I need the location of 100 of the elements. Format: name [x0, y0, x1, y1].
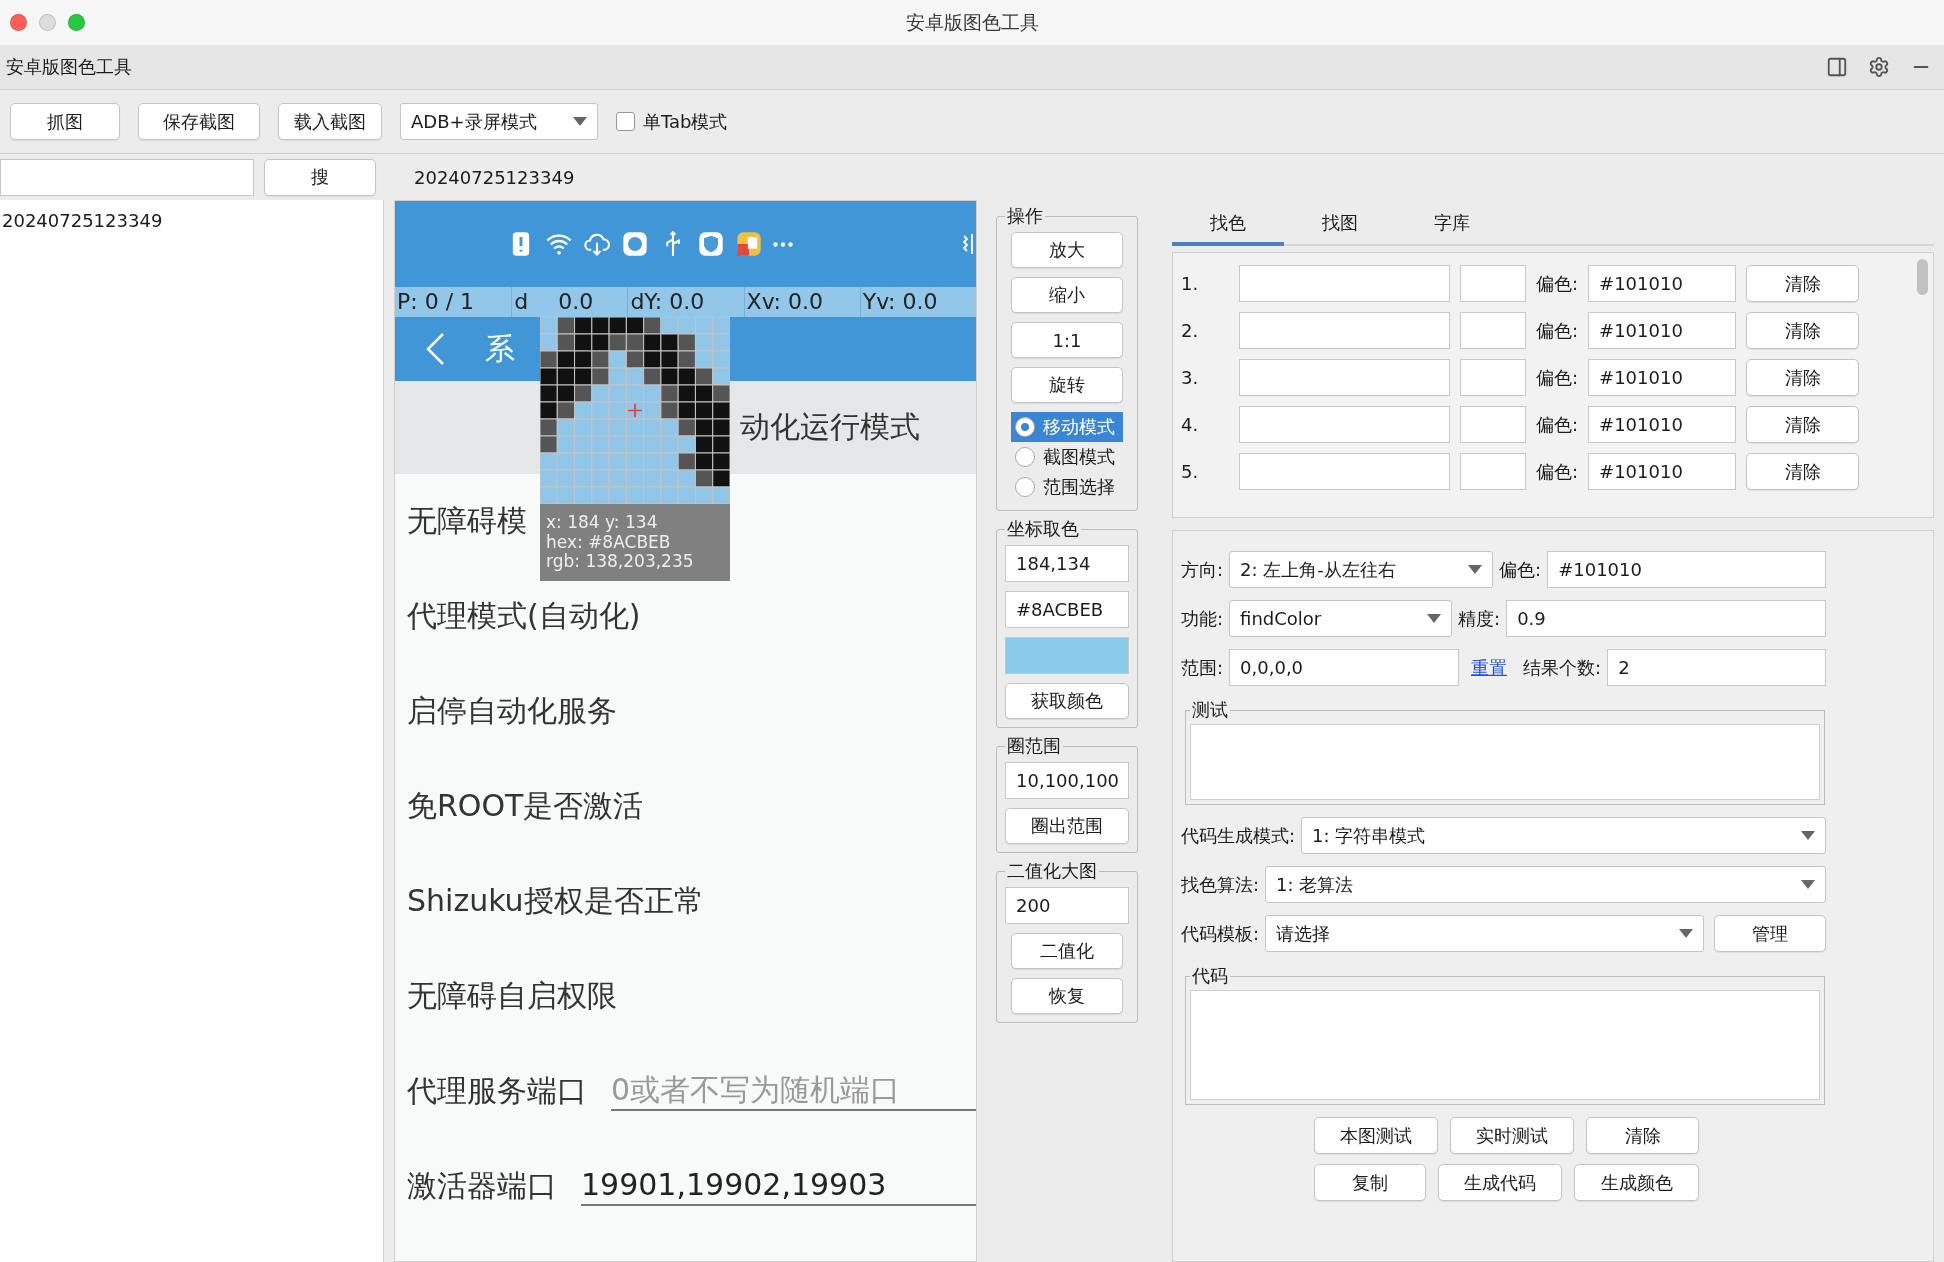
app-icon — [735, 230, 763, 258]
operation-button[interactable]: 旋转 — [1011, 367, 1123, 403]
operation-button[interactable]: 1:1 — [1011, 322, 1123, 358]
direction-dropdown[interactable]: 2: 左上角-从左往右 — [1229, 551, 1494, 588]
point-field[interactable] — [1239, 359, 1450, 396]
port-field[interactable]: 19901,19902,19903 — [581, 1167, 976, 1206]
clear-button[interactable]: 清除 — [1746, 312, 1860, 349]
binarize-button[interactable]: 二值化 — [1011, 933, 1123, 969]
action-button[interactable]: 复制 — [1314, 1164, 1426, 1201]
pixel-info-text: rgb: 138,203,235 — [546, 552, 695, 572]
mode-radio[interactable]: 范围选择 — [1011, 472, 1123, 502]
setting-item[interactable]: 启停自动化服务 — [407, 691, 617, 732]
point-field[interactable] — [1239, 406, 1450, 443]
operation-button[interactable]: 缩小 — [1011, 277, 1123, 313]
caret-icon — [1801, 880, 1815, 889]
offset-field[interactable]: #101010 — [1588, 312, 1737, 349]
range-field[interactable]: 0,0,0,0 — [1229, 649, 1460, 686]
setting-item[interactable]: Shizuku授权是否正常 — [407, 881, 704, 922]
caret-icon — [573, 117, 587, 126]
search-button[interactable]: 搜 — [264, 158, 376, 196]
color-field[interactable] — [1460, 312, 1526, 349]
range-button[interactable]: 圈出范围 — [1005, 808, 1129, 844]
offset-field[interactable]: #101010 — [1588, 406, 1737, 443]
app-bar-title: 系 — [485, 329, 515, 368]
setting-item[interactable]: 无障碍模 — [407, 501, 527, 542]
tab[interactable]: 字库 — [1396, 200, 1508, 246]
range-field[interactable]: 10,100,100 — [1005, 762, 1129, 799]
action-button[interactable]: 生成代码 — [1438, 1164, 1562, 1201]
window-title: 安卓版图色工具 — [905, 9, 1039, 35]
tab[interactable]: 找色 — [1172, 200, 1284, 246]
setting-item[interactable]: 免ROOT是否激活 — [407, 786, 644, 827]
offset-field[interactable]: #101010 — [1588, 265, 1737, 302]
point-field[interactable] — [1239, 453, 1450, 490]
close-button[interactable] — [10, 14, 27, 31]
color-field[interactable] — [1460, 359, 1526, 396]
mode-dropdown[interactable]: ADB+录屏模式 — [400, 103, 598, 140]
field-label: 偏色: — [1499, 557, 1542, 582]
back-icon[interactable] — [425, 332, 445, 366]
template-dropdown[interactable]: 请选择 — [1265, 915, 1704, 952]
file-list-item[interactable]: 20240725123349 — [0, 206, 383, 235]
get-color-button[interactable]: 获取颜色 — [1005, 683, 1129, 719]
code-mode-dropdown[interactable]: 1: 字符串模式 — [1301, 817, 1826, 854]
point-field[interactable] — [1239, 312, 1450, 349]
clear-button[interactable]: 清除 — [1746, 359, 1860, 396]
offset-field[interactable]: #101010 — [1588, 359, 1737, 396]
algorithm-dropdown[interactable]: 1: 老算法 — [1265, 866, 1826, 903]
settings-icon[interactable] — [1868, 56, 1890, 78]
setting-item[interactable]: 代理模式(自动化) — [407, 596, 641, 637]
caret-icon — [1801, 831, 1815, 840]
info-text: Yv: 0.0 — [862, 291, 938, 313]
threshold-field[interactable]: 200 — [1005, 887, 1129, 924]
field-label: 范围: — [1181, 655, 1224, 680]
zoom-button[interactable] — [68, 14, 85, 31]
more-icon — [773, 241, 793, 247]
toolbar-button[interactable]: 抓图 — [10, 103, 120, 140]
code-field[interactable] — [1190, 990, 1820, 1100]
precision-field[interactable]: 0.9 — [1506, 600, 1826, 637]
mode-radio[interactable]: 截图模式 — [1011, 442, 1123, 472]
clear-button[interactable]: 清除 — [1746, 265, 1860, 302]
port-field[interactable]: 0或者不写为随机端口 — [611, 1072, 976, 1111]
result-count-field[interactable]: 2 — [1607, 649, 1826, 686]
minimize-button[interactable] — [39, 14, 56, 31]
color-field[interactable] — [1460, 265, 1526, 302]
action-button[interactable]: 清除 — [1586, 1117, 1699, 1154]
action-button[interactable]: 本图测试 — [1314, 1117, 1438, 1154]
coordinate-field[interactable]: 184,134 — [1005, 545, 1129, 582]
hex-field[interactable]: #8ACBEB — [1005, 591, 1129, 628]
scrollbar-thumb[interactable] — [1916, 259, 1928, 295]
tab[interactable]: 找图 — [1284, 200, 1396, 246]
setting-item[interactable]: 无障碍自启权限 — [407, 976, 617, 1017]
info-text: 0.0 — [558, 291, 594, 313]
field-label: 找色算法: — [1181, 872, 1260, 897]
radio-icon — [1015, 447, 1035, 467]
manage-button[interactable]: 管理 — [1714, 915, 1826, 952]
group-title: 代码 — [1191, 964, 1229, 988]
mode-radio[interactable]: 移动模式 — [1011, 412, 1123, 442]
offset-field[interactable]: #101010 — [1588, 453, 1737, 490]
action-button[interactable]: 实时测试 — [1450, 1117, 1574, 1154]
offset-label: 偏色: — [1536, 412, 1579, 437]
test-output-field[interactable] — [1190, 724, 1820, 800]
search-field[interactable] — [0, 158, 254, 196]
group-title: 测试 — [1191, 698, 1229, 722]
function-dropdown[interactable]: findColor — [1229, 600, 1453, 637]
action-button[interactable]: 生成颜色 — [1574, 1164, 1699, 1201]
panel-icon[interactable] — [1826, 56, 1848, 78]
reset-link[interactable]: 重置 — [1471, 655, 1508, 680]
color-field[interactable] — [1460, 406, 1526, 443]
clear-button[interactable]: 清除 — [1746, 453, 1860, 490]
banner-text: 动化运行模式 — [740, 408, 920, 446]
binarize-button[interactable]: 恢复 — [1011, 978, 1123, 1014]
color-field[interactable] — [1460, 453, 1526, 490]
toolbar-button[interactable]: 载入截图 — [278, 103, 382, 140]
operation-button[interactable]: 放大 — [1011, 232, 1123, 268]
toolbar-button[interactable]: 保存截图 — [138, 103, 260, 140]
clear-button[interactable]: 清除 — [1746, 406, 1860, 443]
point-field[interactable] — [1239, 265, 1450, 302]
caret-icon — [1468, 565, 1483, 574]
info-text: dY: 0.0 — [630, 291, 705, 313]
offset-field[interactable]: #101010 — [1547, 551, 1826, 588]
checkbox[interactable] — [616, 112, 635, 131]
